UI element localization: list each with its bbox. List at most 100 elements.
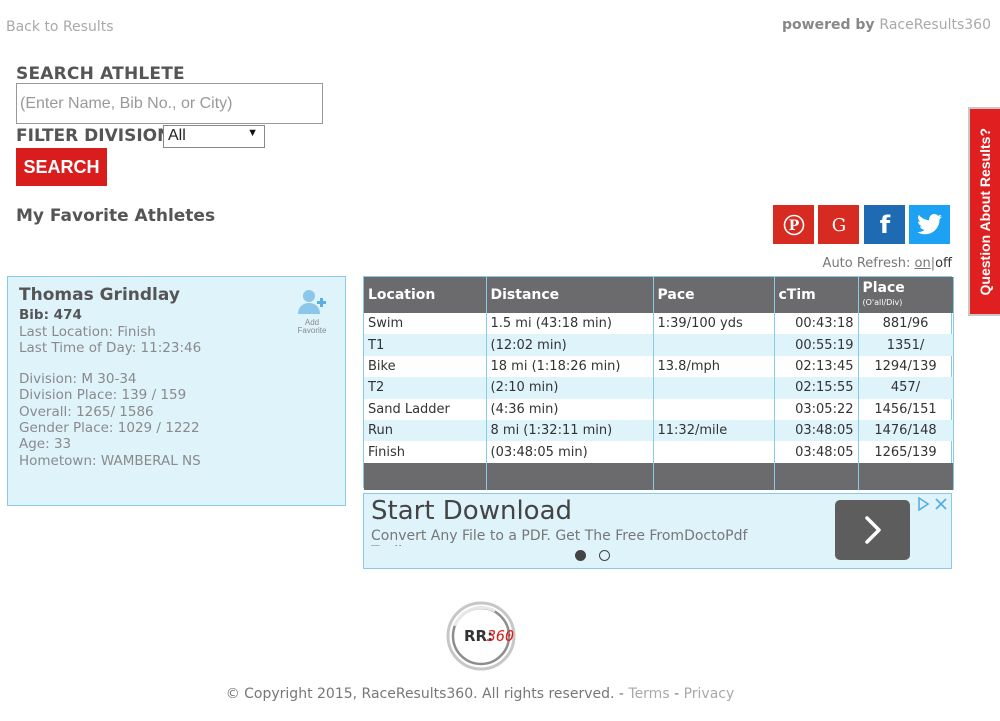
table-row: Bike 18 mi (1:18:26 min) 13.8/mph 02:13:… [364, 355, 954, 378]
splits-header-row: Location Distance Pace cTim Place (O'all/… [364, 277, 954, 313]
cell-distance: (12:02 min) [486, 334, 654, 356]
table-row: Sand Ladder (4:36 min) 03:05:22 1456/151 [364, 398, 954, 420]
cell-ctim: 03:48:05 [774, 441, 859, 463]
ad-text[interactable]: Convert Any File to a PDF. Get The Free … [371, 528, 781, 546]
search-athlete-input[interactable] [16, 83, 323, 124]
splits-table: Location Distance Pace cTim Place (O'all/… [364, 277, 954, 490]
ad-title[interactable]: Start Download [371, 496, 572, 526]
cell-pace: 11:32/mile [653, 419, 775, 442]
athlete-hometown: Hometown: WAMBERAL NS [19, 452, 201, 469]
search-athlete-label: SEARCH ATHLETE [16, 64, 185, 84]
cell-pace [653, 441, 775, 463]
copyright-text: © Copyright 2015, RaceResults360. All ri… [225, 686, 615, 702]
cell-location: Sand Ladder [364, 398, 487, 420]
col-location: Location [364, 277, 487, 313]
athlete-age: Age: 33 [19, 436, 72, 453]
cell-ctim: 03:48:05 [774, 419, 859, 442]
athlete-last-time-of-day: Last Time of Day: 11:23:46 [19, 339, 202, 356]
cell-location: Swim [364, 313, 487, 335]
table-row: T2 (2:10 min) 02:15:55 457/ [364, 377, 954, 399]
auto-refresh: Auto Refresh: on|off [823, 256, 952, 271]
athlete-bib: Bib: 474 [19, 307, 82, 324]
cell-distance: 1.5 mi (43:18 min) [486, 313, 654, 335]
favorite-athletes-heading: My Favorite Athletes [16, 206, 216, 226]
advertisement-banner[interactable]: Start Download Convert Any File to a PDF… [363, 493, 952, 569]
cell-ctim: 00:55:19 [774, 334, 859, 356]
powered-by: powered by RaceResults360 [782, 17, 991, 33]
cell-distance: (03:48:05 min) [486, 441, 654, 463]
table-row: Run 8 mi (1:32:11 min) 11:32/mile 03:48:… [364, 419, 954, 442]
cell-ctim: 02:13:45 [774, 355, 859, 378]
cell-location: Finish [364, 441, 487, 463]
col-place: Place (O'all/Div) [858, 277, 954, 313]
cell-place: 457/ [858, 377, 954, 399]
col-place-label: Place [862, 279, 905, 296]
pinterest-icon: P [783, 214, 804, 235]
table-row: Swim 1.5 mi (43:18 min) 1:39/100 yds 00:… [364, 313, 954, 335]
cell-pace [653, 334, 775, 356]
athlete-last-location: Last Location: Finish [19, 323, 156, 340]
add-favorite-label-2: Favorite [297, 326, 327, 336]
table-row: Finish (03:48:05 min) 03:48:05 1265/139 [364, 441, 954, 463]
question-about-results-label: Question About Results? [977, 127, 993, 296]
question-about-results-tab[interactable]: Question About Results? [968, 107, 1000, 316]
athlete-division: Division: M 30-34 [19, 371, 137, 388]
pinterest-share-button[interactable]: P [773, 205, 814, 244]
col-ctim: cTim [774, 277, 859, 313]
col-pace: Pace [653, 277, 775, 313]
splits-table-container: Location Distance Pace cTim Place (O'all/… [363, 276, 954, 490]
ad-pager-dot[interactable] [599, 550, 610, 561]
close-icon[interactable] [934, 497, 948, 511]
cell-location: T2 [364, 377, 487, 399]
adchoices-icon [918, 497, 930, 511]
search-button[interactable]: SEARCH [16, 148, 107, 186]
footer-separator-2: - [669, 686, 684, 702]
auto-refresh-off-link[interactable]: off [935, 256, 952, 271]
cell-place: 881/96 [858, 313, 954, 335]
filter-division-value: All [168, 127, 186, 144]
ad-choices[interactable] [916, 497, 948, 511]
pinterest-glyph: P [788, 218, 799, 234]
auto-refresh-on-link[interactable]: on [914, 256, 930, 271]
col-distance: Distance [486, 277, 654, 313]
athlete-division-place: Division Place: 139 / 159 [19, 387, 187, 404]
athlete-card: Thomas Grindlay Bib: 474 Last Location: … [7, 276, 346, 506]
twitter-share-button[interactable] [909, 205, 950, 244]
add-user-icon [298, 290, 326, 314]
add-favorite-button[interactable]: Add Favorite [291, 289, 333, 335]
facebook-share-button[interactable]: f [864, 205, 905, 244]
privacy-link[interactable]: Privacy [684, 686, 735, 702]
cell-location: Run [364, 419, 487, 442]
athlete-overall: Overall: 1265/ 1586 [19, 403, 154, 420]
dropdown-arrow-icon: ▼ [247, 127, 258, 139]
filter-division-label: FILTER DIVISION [16, 126, 172, 146]
raceresults360-link[interactable]: RaceResults360 [879, 17, 991, 33]
cell-distance: (4:36 min) [486, 398, 654, 420]
twitter-icon [916, 213, 942, 234]
raceresults360-logo[interactable]: RR: 360 [445, 598, 517, 674]
athlete-gender-place: Gender Place: 1029 / 1222 [19, 420, 200, 437]
footer-separator-1: - [614, 686, 629, 702]
cell-distance: 8 mi (1:32:11 min) [486, 419, 654, 442]
splits-footer-row [364, 462, 954, 490]
google-share-button[interactable]: G [818, 205, 859, 244]
cell-place: 1476/148 [858, 419, 954, 442]
cell-place: 1294/139 [858, 355, 954, 378]
logo-text-360: 360 [486, 627, 514, 645]
cell-distance: 18 mi (1:18:26 min) [486, 355, 654, 378]
footer-copyright: © Copyright 2015, RaceResults360. All ri… [0, 686, 960, 702]
cell-pace [653, 377, 775, 399]
chevron-right-icon [864, 516, 881, 544]
google-icon: G [831, 215, 845, 236]
col-place-sub: (O'all/Div) [862, 297, 903, 307]
table-row: T1 (12:02 min) 00:55:19 1351/ [364, 334, 954, 356]
cell-location: T1 [364, 334, 487, 356]
ad-pager-dot-active[interactable] [575, 550, 586, 561]
powered-by-prefix: powered by [782, 17, 875, 33]
back-to-results-link[interactable]: Back to Results [6, 19, 114, 35]
ad-open-button[interactable] [835, 500, 910, 560]
google-glyph: G [831, 215, 845, 236]
terms-link[interactable]: Terms [628, 686, 669, 702]
cell-ctim: 03:05:22 [774, 398, 859, 420]
filter-division-select[interactable]: All ▼ [163, 125, 265, 148]
